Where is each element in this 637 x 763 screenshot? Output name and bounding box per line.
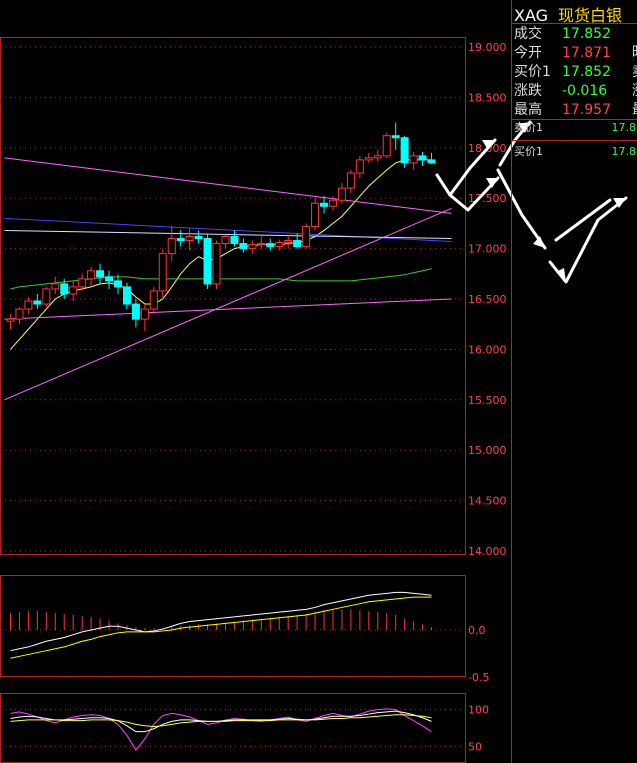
candle-body — [230, 236, 239, 245]
y-tick-label: 16.500 — [468, 293, 507, 306]
candle-body — [293, 240, 302, 248]
candle-body — [42, 288, 51, 305]
candle-body — [275, 242, 284, 248]
candle-body — [15, 308, 24, 320]
y-tick-label: 18.500 — [468, 91, 507, 104]
candle-body — [382, 135, 391, 157]
candle-body — [131, 303, 140, 320]
orderbook-ask[interactable]: 卖价1 17.8 — [514, 121, 636, 135]
y-tick-label: 15.500 — [468, 394, 507, 407]
candle-body — [69, 286, 78, 295]
quote-label: 买价1 — [514, 64, 551, 80]
candle-body — [24, 300, 33, 310]
orderbook-bid[interactable]: 买价1 17.8 — [514, 145, 636, 159]
candle-body — [149, 290, 158, 310]
candle-body — [87, 270, 96, 280]
candle-body — [51, 283, 60, 290]
bid-value: 17.8 — [611, 145, 637, 158]
candle-body — [158, 253, 167, 292]
candle-body — [320, 202, 329, 207]
quote-value: 17.852 — [562, 64, 611, 80]
annotation-arrowhead — [486, 178, 498, 188]
candle-body — [337, 187, 346, 201]
quote-row: 涨跌 -0.016 涨幅 — [514, 81, 637, 101]
candle-body — [373, 155, 382, 159]
quote-row: 今开 17.871 昨结 — [514, 43, 637, 63]
y-tick-label: -0.5 — [468, 671, 489, 684]
candle-body — [176, 238, 185, 242]
candle-body — [302, 225, 311, 248]
candle-body — [113, 280, 122, 288]
candle-body — [78, 278, 87, 288]
candle-body — [409, 155, 418, 164]
quote-label: 最高 — [514, 102, 542, 118]
ma-line — [10, 159, 432, 350]
candle-body — [122, 286, 131, 305]
candle-body — [391, 135, 400, 139]
candle-body — [400, 137, 409, 164]
candle-body — [346, 172, 355, 189]
candle-body — [257, 243, 266, 246]
candle-body — [266, 243, 275, 248]
candle-body — [239, 243, 248, 250]
candle-body — [284, 240, 293, 244]
y-tick-label: 14.000 — [468, 545, 507, 558]
ask-label: 卖价1 — [514, 121, 543, 134]
quote-label: 成交 — [514, 26, 542, 42]
y-tick-label: 0.0 — [468, 624, 486, 637]
candle-body — [167, 238, 176, 255]
candle-body — [328, 199, 337, 207]
quote-extra-label: 最低 — [632, 102, 637, 118]
y-tick-label: 15.000 — [468, 444, 507, 457]
candle-body — [203, 238, 212, 285]
quote-label: 涨跌 — [514, 83, 542, 99]
candle-body — [311, 202, 320, 227]
candle-body — [194, 236, 203, 240]
ask-value: 17.8 — [611, 121, 637, 134]
candle-body — [140, 308, 149, 320]
quote-extra-label: 涨幅 — [632, 83, 637, 99]
divider — [511, 140, 637, 141]
y-tick-label: 14.500 — [468, 495, 507, 508]
quote-extra-label: 卖价 — [632, 64, 637, 80]
quote-value: 17.957 — [562, 102, 611, 118]
quote-value: -0.016 — [562, 83, 608, 99]
quote-label: 今开 — [514, 45, 542, 61]
bid-label: 买价1 — [514, 145, 543, 158]
quote-value: 17.852 — [562, 26, 611, 42]
candle-body — [364, 157, 373, 161]
y-tick-label: 50 — [468, 740, 482, 753]
candle-body — [427, 159, 436, 164]
divider — [511, 119, 637, 120]
quote-row: 最高 17.957 最低 — [514, 100, 637, 120]
panel-frame — [0, 693, 466, 763]
candle-body — [418, 155, 427, 161]
quote-value: 17.871 — [562, 45, 611, 61]
quote-extra-label: 昨结 — [632, 45, 637, 61]
candle-body — [96, 270, 105, 278]
candle-body — [212, 243, 221, 285]
candle-body — [6, 318, 15, 322]
y-tick-label: 19.000 — [468, 41, 507, 54]
y-tick-label: 16.000 — [468, 343, 507, 356]
y-tick-label: 17.000 — [468, 243, 507, 256]
trend-line — [4, 298, 452, 320]
trend-line — [4, 157, 452, 214]
candle-body — [355, 159, 364, 174]
kdj-line — [10, 708, 432, 751]
candle-body — [221, 236, 230, 245]
candle-body — [185, 236, 194, 242]
candle-body — [105, 276, 114, 282]
candle-body — [248, 244, 257, 250]
quote-row: 买价1 17.852 卖价 — [514, 62, 637, 82]
quote-row: 成交 17.852 — [514, 24, 632, 44]
candle-body — [33, 300, 42, 305]
y-tick-label: 100 — [468, 704, 489, 717]
candle-body — [60, 283, 69, 295]
panel-frame — [0, 37, 466, 555]
